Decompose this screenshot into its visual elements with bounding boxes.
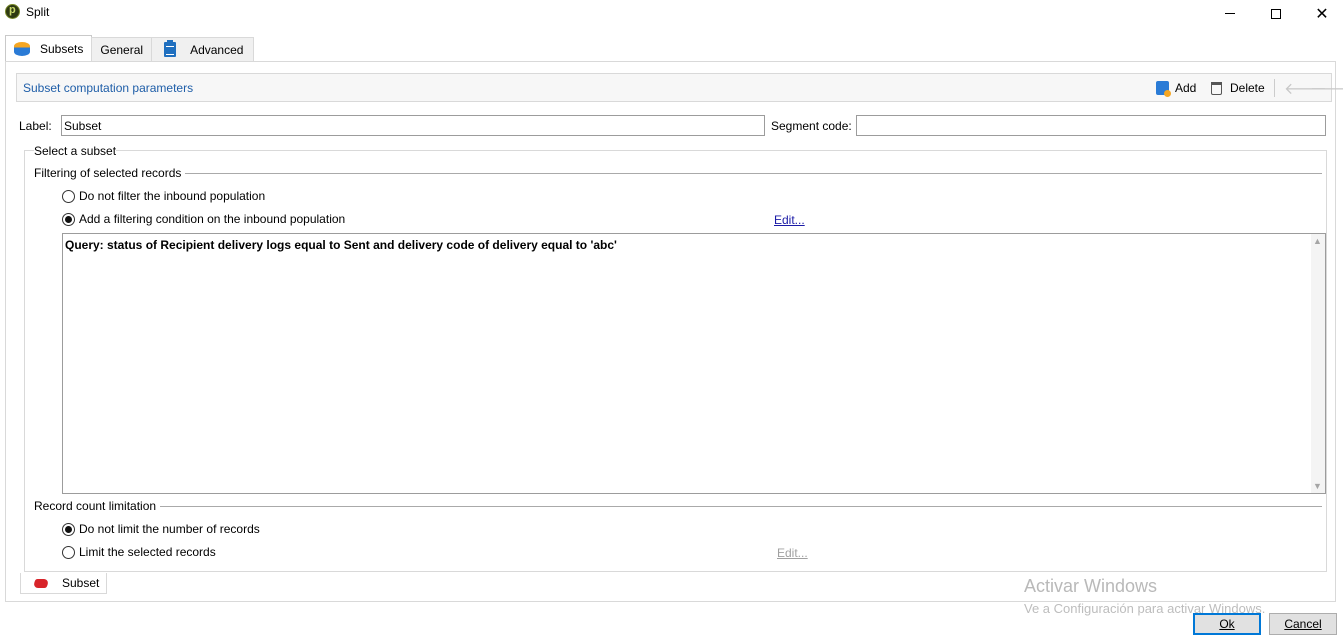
activation-watermark-title: Activar Windows [1024,576,1158,596]
no-filter-radio[interactable] [62,189,75,203]
tab-advanced[interactable]: Advanced [151,37,255,61]
add-condition-radio[interactable] [62,212,75,226]
clipboard-icon [164,40,177,57]
app-logo-icon [5,4,20,19]
add-label: Add [1175,81,1197,95]
filter-edit-link[interactable]: Edit... [774,213,805,227]
subset-list-tab[interactable]: Subset [20,573,107,594]
limitation-title: Record count limitation [34,499,161,513]
minimize-icon [1225,13,1235,14]
database-icon [14,41,30,56]
tab-subsets-label: Subsets [40,41,84,56]
tab-advanced-label: Advanced [190,42,244,57]
limit-edit-link[interactable]: Edit... [777,546,808,560]
close-icon: ✕ [1315,5,1329,23]
subsets-panel: Subset computation parameters Add Delete… [5,61,1343,602]
filtering-title: Filtering of selected records [34,166,186,180]
section-header: Subset computation parameters Add Delete… [16,73,1343,102]
limit-records-label: Limit the selected records [79,545,216,559]
tab-subsets[interactable]: Subsets [5,35,93,61]
no-filter-label: Do not filter the inbound population [79,189,266,203]
scroll-up-icon[interactable]: ▲ [1313,236,1322,246]
no-limit-radio[interactable] [62,522,75,536]
segment-code-input[interactable] [856,115,1326,136]
close-button[interactable]: ✕ [1299,0,1343,27]
no-limit-option[interactable]: Do not limit the number of records [62,522,260,536]
add-condition-option[interactable]: Add a filtering condition on the inbound… [62,212,345,226]
label-caption: Label: [19,119,52,133]
title-bar: Split ✕ [0,0,1343,27]
add-icon [1156,81,1171,97]
tab-general-label: General [100,42,144,57]
limit-records-option[interactable]: Limit the selected records [62,545,216,559]
limitation-divider [34,506,1322,507]
trash-icon [1211,81,1222,95]
minimize-button[interactable] [1207,0,1253,27]
filtering-divider [34,173,1322,174]
segment-code-caption: Segment code: [771,119,852,133]
query-text: Query: status of Recipient delivery logs… [65,238,617,252]
maximize-icon [1271,8,1281,19]
limit-records-radio[interactable] [62,545,75,559]
delete-label: Delete [1230,81,1265,95]
tab-bar: Subsets General Advanced [5,35,255,62]
query-textarea[interactable]: Query: status of Recipient delivery logs… [62,233,1326,494]
arrow-right-icon[interactable]: 🡒 [1310,78,1343,99]
no-limit-label: Do not limit the number of records [79,522,260,536]
scroll-down-icon[interactable]: ▼ [1313,481,1322,491]
add-condition-label: Add a filtering condition on the inbound… [79,212,346,226]
select-subset-title: Select a subset [34,144,117,158]
delete-button[interactable]: Delete [1211,79,1265,97]
tab-general[interactable]: General [91,37,153,61]
label-input[interactable] [61,115,765,136]
toolbar-divider [1274,79,1275,97]
section-title: Subset computation parameters [23,81,194,95]
query-scrollbar[interactable]: ▲ ▼ [1311,234,1325,493]
add-button[interactable]: Add [1156,79,1196,97]
maximize-button[interactable] [1253,0,1299,27]
ok-button[interactable]: Ok [1193,613,1261,635]
no-filter-option[interactable]: Do not filter the inbound population [62,189,265,203]
eraser-icon [32,578,50,588]
cancel-button[interactable]: Cancel [1269,613,1337,635]
window-title: Split [26,5,50,19]
subset-list-tab-label: Subset [62,576,100,590]
